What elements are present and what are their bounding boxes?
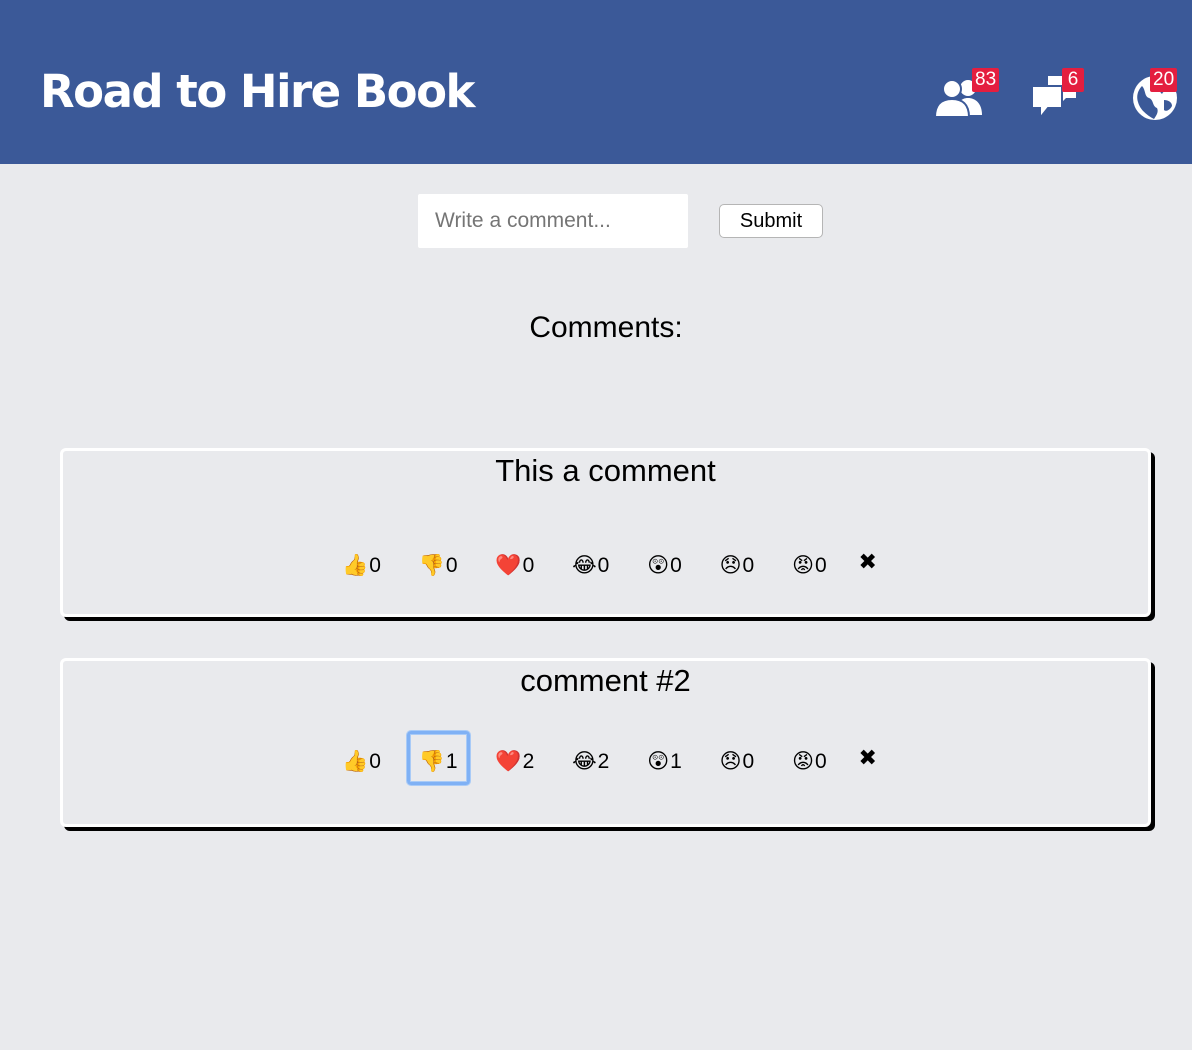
delete-comment-button[interactable]: ✖ — [851, 535, 885, 589]
reaction-count: 0 — [742, 554, 755, 577]
sad-reaction-button[interactable]: 😞0 — [708, 731, 767, 785]
site-title[interactable]: Road to Hire Book — [40, 64, 475, 120]
sad-reaction-button[interactable]: 😞0 — [708, 535, 767, 589]
surprised-icon: 😲 — [647, 749, 670, 773]
thumbs-down-reaction-button[interactable]: 👎0 — [407, 535, 470, 589]
surprised-reaction-button[interactable]: 😲1 — [635, 731, 694, 785]
reaction-count: 0 — [814, 554, 827, 577]
reaction-count: 0 — [445, 554, 458, 577]
laughing-reaction-button[interactable]: 😂2 — [560, 731, 621, 785]
reaction-bar: 👍0 👎0 ❤️0 😂0 😲0 😞0 😡0 ✖ — [63, 535, 1148, 589]
thumbs-up-icon: 👍 — [342, 749, 369, 773]
comment-text: This a comment — [495, 453, 716, 488]
reaction-count: 1 — [445, 750, 458, 773]
reaction-count: 0 — [670, 554, 682, 577]
comment-card: comment #2 👍0 👎1 ❤️2 😂2 😲1 😞0 😡0 ✖ — [60, 658, 1151, 827]
delete-comment-button[interactable]: ✖ — [851, 731, 885, 785]
reaction-count: 2 — [597, 750, 610, 773]
submit-button[interactable]: Submit — [719, 204, 823, 238]
laughing-reaction-button[interactable]: 😂0 — [560, 535, 621, 589]
heart-icon: ❤️ — [495, 749, 522, 773]
comments-heading: Comments: — [529, 311, 683, 344]
angry-icon: 😡 — [792, 749, 814, 773]
reaction-count: 0 — [742, 750, 755, 773]
angry-reaction-button[interactable]: 😡0 — [780, 731, 839, 785]
friend-requests-badge: 83 — [972, 68, 1000, 92]
reaction-count: 0 — [522, 554, 535, 577]
top-navigation-bar: Road to Hire Book 83 6 20 — [0, 0, 1192, 164]
thumbs-down-icon: 👎 — [418, 749, 445, 773]
sad-icon: 😞 — [719, 749, 742, 773]
notifications-badge: 20 — [1150, 68, 1178, 92]
angry-icon: 😡 — [792, 553, 814, 577]
reaction-count: 0 — [814, 750, 827, 773]
thumbs-up-reaction-button[interactable]: 👍0 — [330, 535, 393, 589]
sad-icon: 😞 — [719, 553, 742, 577]
reaction-count: 1 — [670, 750, 682, 773]
heart-reaction-button[interactable]: ❤️2 — [483, 731, 546, 785]
heart-icon: ❤️ — [495, 553, 522, 577]
comment-card: This a comment 👍0 👎0 ❤️0 😂0 😲0 😞0 😡0 ✖ — [60, 448, 1151, 617]
comment-text: comment #2 — [520, 663, 691, 698]
notifications-button[interactable]: 20 — [1130, 68, 1190, 124]
messages-badge: 6 — [1062, 68, 1084, 92]
thumbs-down-reaction-button[interactable]: 👎1 — [406, 731, 470, 785]
reaction-count: 0 — [369, 750, 381, 773]
laughing-icon: 😂 — [572, 749, 597, 773]
thumbs-up-icon: 👍 — [342, 553, 369, 577]
thumbs-down-icon: 👎 — [418, 553, 445, 577]
surprised-reaction-button[interactable]: 😲0 — [635, 535, 694, 589]
thumbs-up-reaction-button[interactable]: 👍0 — [330, 731, 393, 785]
surprised-icon: 😲 — [647, 553, 670, 577]
reaction-count: 2 — [522, 750, 535, 773]
comment-input[interactable] — [418, 194, 688, 248]
angry-reaction-button[interactable]: 😡0 — [780, 535, 839, 589]
laughing-icon: 😂 — [572, 553, 597, 577]
reaction-bar: 👍0 👎1 ❤️2 😂2 😲1 😞0 😡0 ✖ — [63, 731, 1148, 785]
heart-reaction-button[interactable]: ❤️0 — [483, 535, 546, 589]
reaction-count: 0 — [369, 554, 381, 577]
messages-button[interactable]: 6 — [1030, 68, 1090, 124]
reaction-count: 0 — [597, 554, 610, 577]
friend-requests-button[interactable]: 83 — [932, 68, 1000, 124]
